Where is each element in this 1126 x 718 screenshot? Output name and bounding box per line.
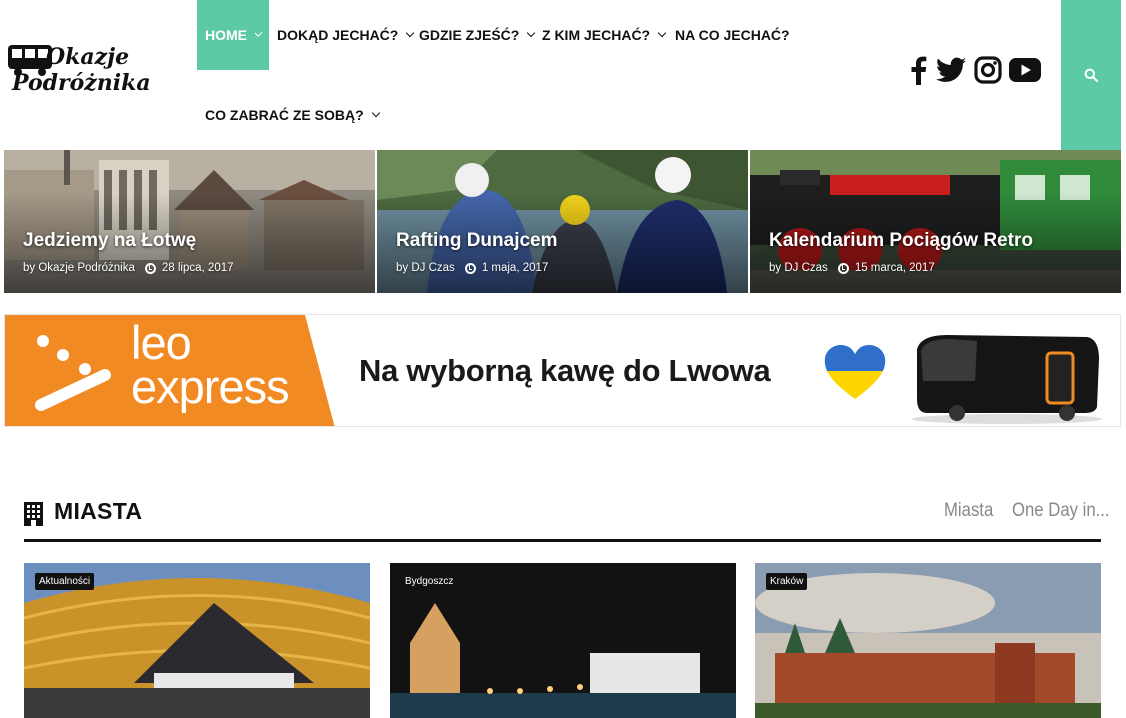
leo-express-banner[interactable]: leo express Na wyborną kawę do Lwowa — [4, 314, 1121, 427]
chevron-down-icon — [527, 28, 536, 38]
by-label: by — [769, 262, 782, 274]
chevron-down-icon — [371, 108, 380, 118]
featured-title[interactable]: Rafting Dunajcem — [396, 230, 558, 252]
clock-icon — [144, 262, 156, 274]
nav-z-kim-jechac[interactable]: Z KIM JECHAĆ? — [542, 0, 667, 70]
featured-post-3[interactable]: Kalendarium Pociągów Retro by DJ Czas 15… — [750, 150, 1121, 293]
featured-meta: by DJ Czas 15 marca, 2017 — [769, 262, 935, 274]
chevron-down-icon — [406, 28, 415, 38]
site-logo[interactable]: Okazje Podróżnika — [6, 40, 166, 102]
banner-slogan: Na wyborną kawę do Lwowa — [359, 353, 771, 388]
nav-na-co-jechac[interactable]: NA CO JECHAĆ? — [675, 0, 790, 70]
section-tab-one-day-in[interactable]: One Day in... — [1012, 500, 1110, 522]
section-tab-miasta[interactable]: Miasta — [944, 500, 993, 522]
post-card-3[interactable]: Kraków — [755, 563, 1101, 718]
site-header: Okazje Podróżnika HOME DOKĄD JECHAĆ? GDZ… — [0, 0, 1126, 150]
featured-post-1[interactable]: Jedziemy na Łotwę by Okazje Podróżnika 2… — [4, 150, 375, 293]
banner-brand-line-1: leo — [131, 316, 192, 369]
featured-title[interactable]: Jedziemy na Łotwę — [23, 230, 196, 252]
featured-date: 1 maja, 2017 — [481, 262, 549, 274]
youtube-icon[interactable] — [1007, 52, 1043, 88]
category-badge[interactable]: Bydgoszcz — [401, 573, 458, 590]
logo-line-1: Okazje — [46, 44, 130, 70]
bus-image — [912, 335, 1102, 424]
nav-gdzie-zjesc[interactable]: GDZIE ZJEŚĆ? — [419, 0, 536, 70]
chevron-down-icon — [254, 29, 263, 37]
clock-icon — [464, 262, 476, 274]
logo-text: Okazje Podróżnika — [12, 44, 151, 96]
heart-icon — [824, 345, 886, 399]
twitter-icon[interactable] — [933, 52, 969, 88]
featured-author[interactable]: Okazje Podróżnika — [38, 262, 135, 274]
building-icon — [24, 502, 43, 526]
post-card-2[interactable]: Bydgoszcz — [390, 563, 736, 718]
leo-express-logo-icon — [35, 335, 111, 411]
instagram-icon[interactable] — [970, 52, 1006, 88]
banner-brand-text: leo express — [131, 316, 290, 413]
by-label: by — [23, 262, 36, 274]
banner-brand-line-2: express — [131, 360, 290, 413]
nav-na-co-jechac-label: NA CO JECHAĆ? — [675, 27, 790, 43]
main-nav: HOME DOKĄD JECHAĆ? GDZIE ZJEŚĆ? Z KIM JE… — [197, 0, 877, 150]
featured-post-2[interactable]: Rafting Dunajcem by DJ Czas 1 maja, 2017 — [377, 150, 748, 293]
search-icon — [1084, 68, 1098, 82]
post-card-1[interactable]: Aktualności — [24, 563, 370, 718]
featured-author[interactable]: DJ Czas — [411, 262, 454, 274]
nav-home-label: HOME — [205, 27, 247, 43]
nav-gdzie-zjesc-label: GDZIE ZJEŚĆ? — [419, 27, 520, 43]
chevron-down-icon — [657, 28, 667, 38]
nav-dokad-jechac-label: DOKĄD JECHAĆ? — [277, 27, 399, 43]
featured-meta: by Okazje Podróżnika 28 lipca, 2017 — [23, 262, 234, 274]
featured-date: 15 marca, 2017 — [854, 262, 935, 274]
category-badge[interactable]: Aktualności — [35, 573, 95, 590]
nav-co-zabrac[interactable]: CO ZABRAĆ ZE SOBĄ? — [205, 80, 380, 150]
clock-icon — [837, 262, 849, 274]
featured-title[interactable]: Kalendarium Pociągów Retro — [769, 230, 1033, 252]
featured-meta: by DJ Czas 1 maja, 2017 — [396, 262, 548, 274]
search-button[interactable] — [1061, 0, 1121, 150]
nav-home[interactable]: HOME — [197, 0, 269, 70]
section-header-miasta: MIASTA Miasta One Day in... — [24, 492, 1110, 542]
section-title: MIASTA — [54, 498, 143, 524]
featured-author[interactable]: DJ Czas — [784, 262, 827, 274]
nav-co-zabrac-label: CO ZABRAĆ ZE SOBĄ? — [205, 107, 364, 123]
nav-z-kim-jechac-label: Z KIM JECHAĆ? — [542, 27, 651, 43]
by-label: by — [396, 262, 409, 274]
logo-line-2: Podróżnika — [12, 70, 151, 96]
featured-date: 28 lipca, 2017 — [161, 262, 234, 274]
category-badge[interactable]: Kraków — [766, 573, 808, 590]
facebook-icon[interactable] — [900, 52, 936, 88]
nav-dokad-jechac[interactable]: DOKĄD JECHAĆ? — [277, 0, 415, 70]
